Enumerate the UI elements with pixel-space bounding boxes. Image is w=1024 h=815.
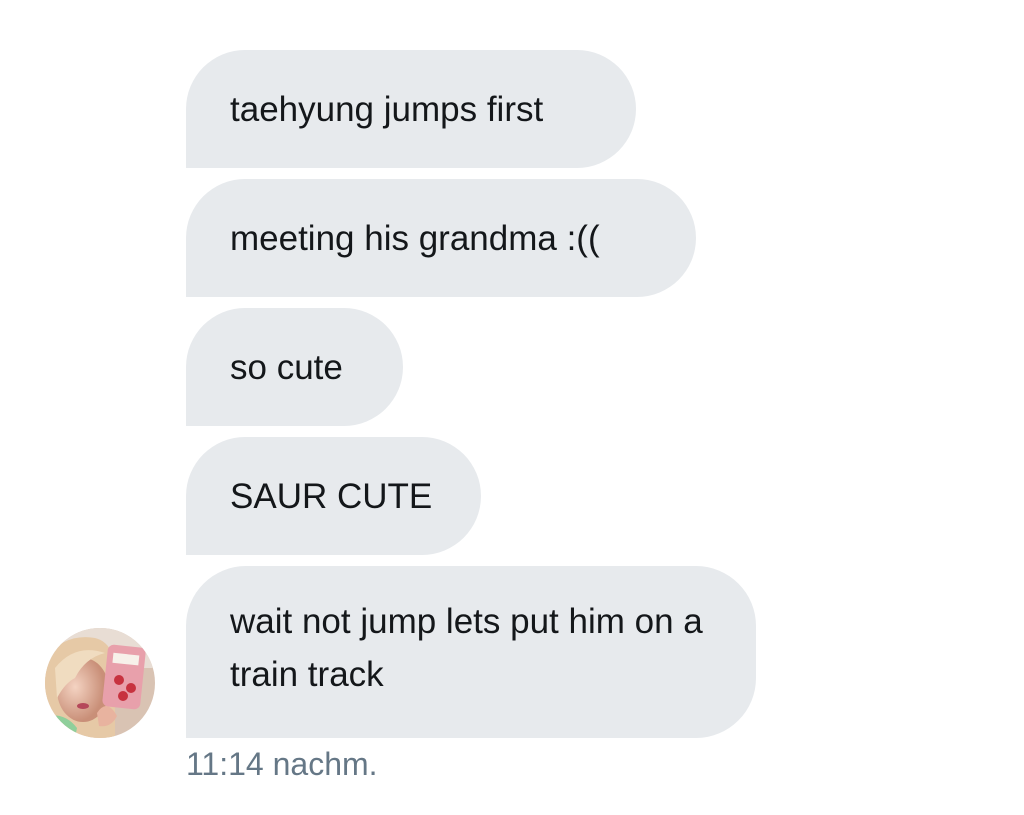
- message-text: SAUR CUTE: [230, 476, 433, 516]
- message-bubble[interactable]: SAUR CUTE: [186, 437, 481, 555]
- user-avatar-photo-icon: [45, 628, 155, 738]
- message-text: so cute: [230, 347, 343, 387]
- message-text: wait not jump lets put him on a train tr…: [230, 602, 703, 694]
- message-bubble[interactable]: wait not jump lets put him on a train tr…: [186, 566, 756, 738]
- message-bubble[interactable]: taehyung jumps first: [186, 50, 636, 168]
- message-bubble[interactable]: so cute: [186, 308, 403, 426]
- message-text: taehyung jumps first: [230, 89, 544, 129]
- avatar[interactable]: [45, 628, 155, 738]
- message-timestamp: 11:14 nachm.: [186, 746, 378, 782]
- message-bubble[interactable]: meeting his grandma :((: [186, 179, 696, 297]
- message-text: meeting his grandma :((: [230, 218, 600, 258]
